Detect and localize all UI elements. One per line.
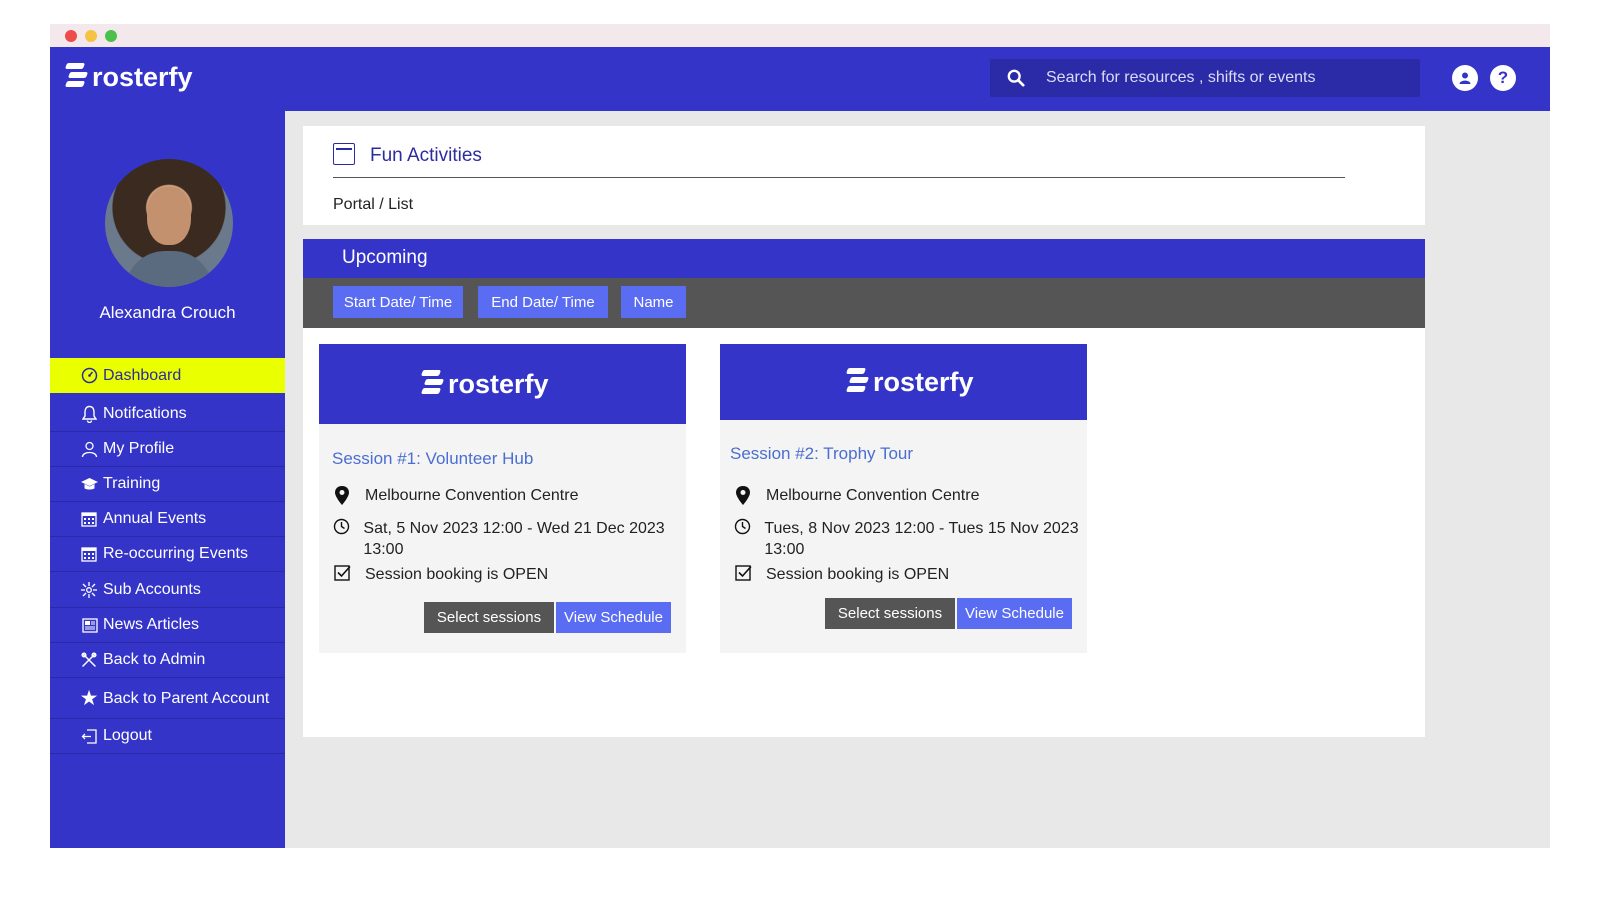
brand-logo: rosterfy (845, 366, 974, 398)
avatar[interactable] (105, 159, 233, 287)
sidebar-item-label: Dashboard (103, 366, 182, 384)
logout-icon (78, 728, 100, 745)
filter-bar: Start Date/ Time End Date/ Time Name (303, 278, 1425, 328)
sort-start-date-button[interactable]: Start Date/ Time (333, 286, 463, 318)
map-pin-icon (733, 485, 753, 506)
calendar-icon (333, 143, 355, 165)
status-text: Session booking is OPEN (766, 566, 950, 583)
brand-name: rosterfy (448, 368, 549, 399)
sidebar-item-label: Logout (103, 727, 152, 744)
brand-name: rosterfy (873, 366, 974, 397)
window-titlebar (50, 24, 1550, 47)
select-sessions-button[interactable]: Select sessions (424, 602, 554, 633)
session-status: Session booking is OPEN (332, 564, 682, 585)
session-title[interactable]: Session #1: Volunteer Hub (332, 449, 533, 469)
session-location: Melbourne Convention Centre (733, 485, 1093, 506)
search-input[interactable]: Search for resources , shifts or events (1046, 69, 1315, 87)
sidebar: Alexandra Crouch Dashboard Notifcations … (50, 111, 285, 848)
card-banner: rosterfy (319, 344, 686, 424)
section-title: Upcoming (342, 247, 428, 268)
card-banner: rosterfy (720, 344, 1087, 420)
checkbox-checked-icon (332, 564, 352, 581)
dashboard-icon (78, 367, 100, 384)
rosterfy-logo-icon (420, 368, 445, 400)
sidebar-item-label: Annual Events (103, 510, 207, 527)
close-window-button[interactable] (65, 30, 77, 42)
session-card: rosterfy Session #1: Volunteer Hub Melbo… (319, 344, 686, 653)
location-text: Melbourne Convention Centre (365, 487, 579, 504)
sidebar-item-label: Back to Admin (103, 651, 206, 668)
user-name: Alexandra Crouch (99, 303, 236, 322)
user-account-icon[interactable] (1452, 65, 1478, 91)
sidebar-item-reoccurring-events[interactable]: Re-occurring Events (50, 537, 285, 572)
clock-icon (332, 518, 350, 535)
sidebar-item-label: Sub Accounts (103, 581, 201, 598)
search-icon (1007, 69, 1025, 87)
sidebar-item-notifications[interactable]: Notifcations (50, 397, 285, 432)
sort-name-button[interactable]: Name (621, 286, 686, 318)
session-title[interactable]: Session #2: Trophy Tour (730, 444, 913, 464)
sidebar-item-my-profile[interactable]: My Profile (50, 432, 285, 467)
sidebar-item-dashboard[interactable]: Dashboard (50, 358, 285, 393)
network-icon (78, 581, 100, 599)
view-schedule-button[interactable]: View Schedule (957, 598, 1072, 629)
sidebar-item-annual-events[interactable]: Annual Events (50, 502, 285, 537)
sidebar-item-label: Notifcations (103, 405, 187, 422)
content-header: Fun Activities Portal / List (303, 126, 1425, 225)
sidebar-item-label: News Articles (103, 616, 200, 633)
top-bar: rosterfy Search for resources , shifts o… (50, 47, 1550, 111)
sidebar-item-label: Training (103, 475, 161, 492)
star-icon: ★ (79, 687, 99, 710)
breadcrumb[interactable]: Portal / List (333, 196, 413, 214)
clock-icon (733, 518, 751, 535)
calendar-icon (78, 546, 100, 562)
session-card: rosterfy Session #2: Trophy Tour Melbour… (720, 344, 1087, 653)
bell-icon (78, 405, 100, 423)
session-time: Tues, 8 Nov 2023 12:00 - Tues 15 Nov 202… (733, 518, 1093, 560)
sidebar-item-training[interactable]: Training (50, 467, 285, 502)
maximize-window-button[interactable] (105, 30, 117, 42)
brand-name: rosterfy (92, 61, 193, 92)
calendar-icon (78, 511, 100, 527)
upcoming-section-header: Upcoming (303, 239, 1425, 278)
session-time: Sat, 5 Nov 2023 12:00 - Wed 21 Dec 2023 … (332, 518, 682, 560)
person-silhouette-icon (1459, 72, 1471, 84)
search-bar[interactable]: Search for resources , shifts or events (990, 59, 1420, 97)
time-text: Sat, 5 Nov 2023 12:00 - Wed 21 Dec 2023 … (363, 520, 665, 558)
browser-window: rosterfy Search for resources , shifts o… (50, 24, 1550, 848)
sidebar-item-label: Back to Parent Account (103, 689, 270, 707)
minimize-window-button[interactable] (85, 30, 97, 42)
title-divider (333, 177, 1345, 178)
newspaper-icon (78, 617, 100, 633)
checkbox-checked-icon (733, 564, 753, 581)
page-title: Fun Activities (370, 145, 482, 166)
graduation-cap-icon (78, 476, 100, 492)
sidebar-item-back-to-parent[interactable]: ★ Back to Parent Account (50, 679, 285, 719)
help-icon[interactable]: ? (1490, 65, 1516, 91)
rosterfy-logo-icon (845, 366, 870, 398)
location-text: Melbourne Convention Centre (766, 487, 980, 504)
rosterfy-logo-icon (64, 61, 89, 93)
time-text: Tues, 8 Nov 2023 12:00 - Tues 15 Nov 202… (764, 520, 1079, 558)
sidebar-item-sub-accounts[interactable]: Sub Accounts (50, 573, 285, 608)
sidebar-item-news-articles[interactable]: News Articles (50, 608, 285, 643)
select-sessions-button[interactable]: Select sessions (825, 598, 955, 629)
sort-end-date-button[interactable]: End Date/ Time (478, 286, 608, 318)
brand-logo: rosterfy (420, 368, 549, 400)
view-schedule-button[interactable]: View Schedule (556, 602, 671, 633)
session-location: Melbourne Convention Centre (332, 485, 682, 506)
person-icon (78, 441, 100, 458)
sidebar-item-back-to-admin[interactable]: Back to Admin (50, 643, 285, 678)
sidebar-item-label: Re-occurring Events (103, 545, 248, 562)
brand-logo[interactable]: rosterfy (64, 61, 193, 93)
session-status: Session booking is OPEN (733, 564, 1093, 585)
map-pin-icon (332, 485, 352, 506)
status-text: Session booking is OPEN (365, 566, 549, 583)
sidebar-item-label: My Profile (103, 440, 175, 457)
sidebar-item-logout[interactable]: Logout (50, 719, 285, 754)
tools-icon (78, 652, 100, 668)
